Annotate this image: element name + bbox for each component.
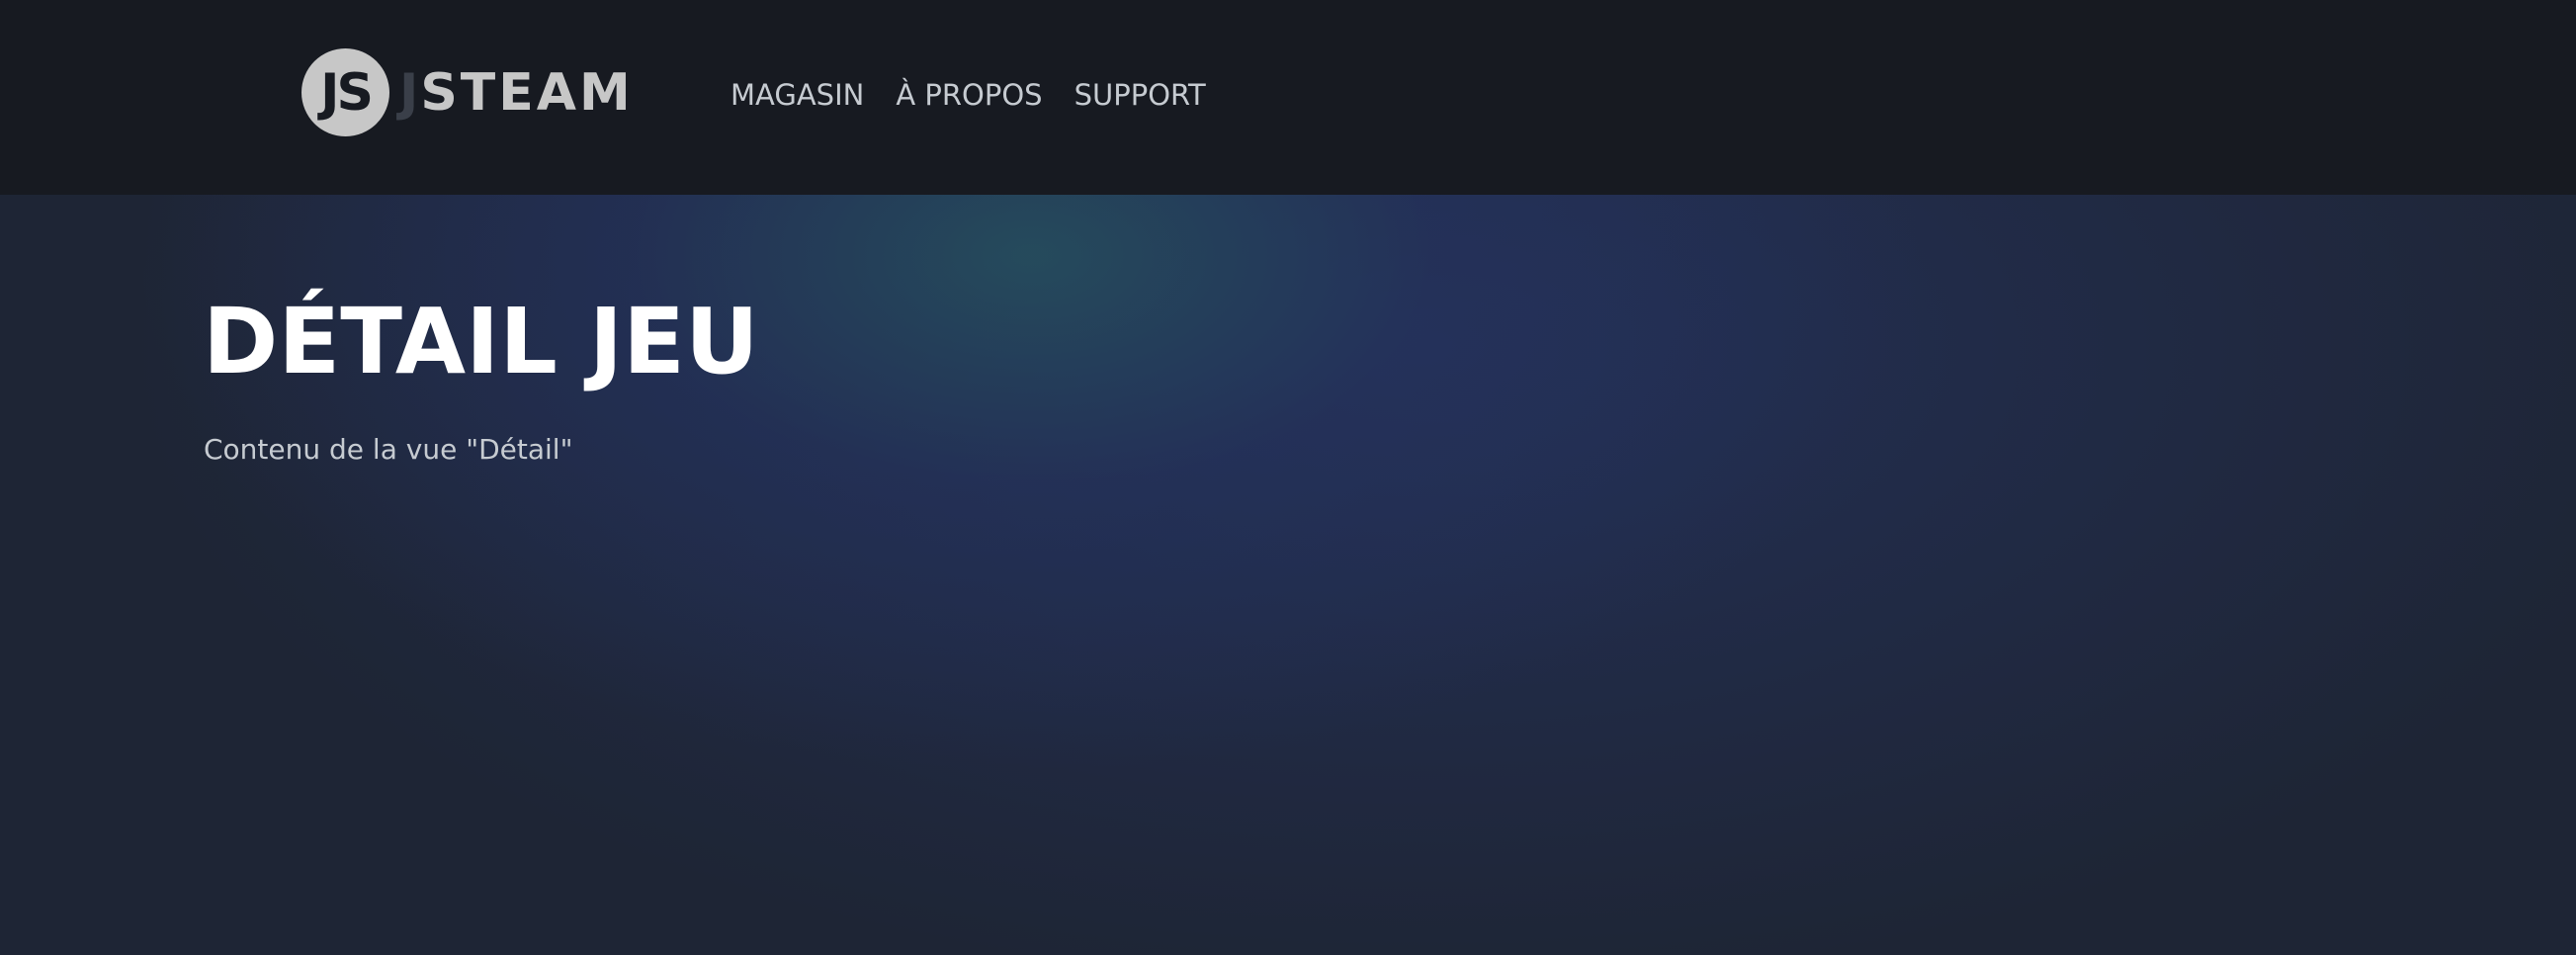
logo-badge: JS: [301, 48, 389, 136]
logo-faded-letter: J: [399, 62, 421, 123]
top-header: JS JSTEAM MAGASIN À PROPOS SUPPORT: [0, 0, 2576, 195]
logo-wordmark-text: STEAM: [420, 62, 634, 123]
logo-wordmark: JSTEAM: [399, 67, 634, 119]
page-subtitle: Contenu de la vue "Détail": [204, 433, 573, 466]
nav-item-support[interactable]: SUPPORT: [1074, 73, 1206, 117]
nav-item-a-propos[interactable]: À PROPOS: [896, 73, 1042, 117]
site-logo[interactable]: JS JSTEAM: [301, 48, 634, 136]
main-nav: MAGASIN À PROPOS SUPPORT: [730, 73, 1238, 117]
page-title: DÉTAIL JEU: [203, 289, 759, 394]
nav-item-magasin[interactable]: MAGASIN: [730, 73, 864, 117]
